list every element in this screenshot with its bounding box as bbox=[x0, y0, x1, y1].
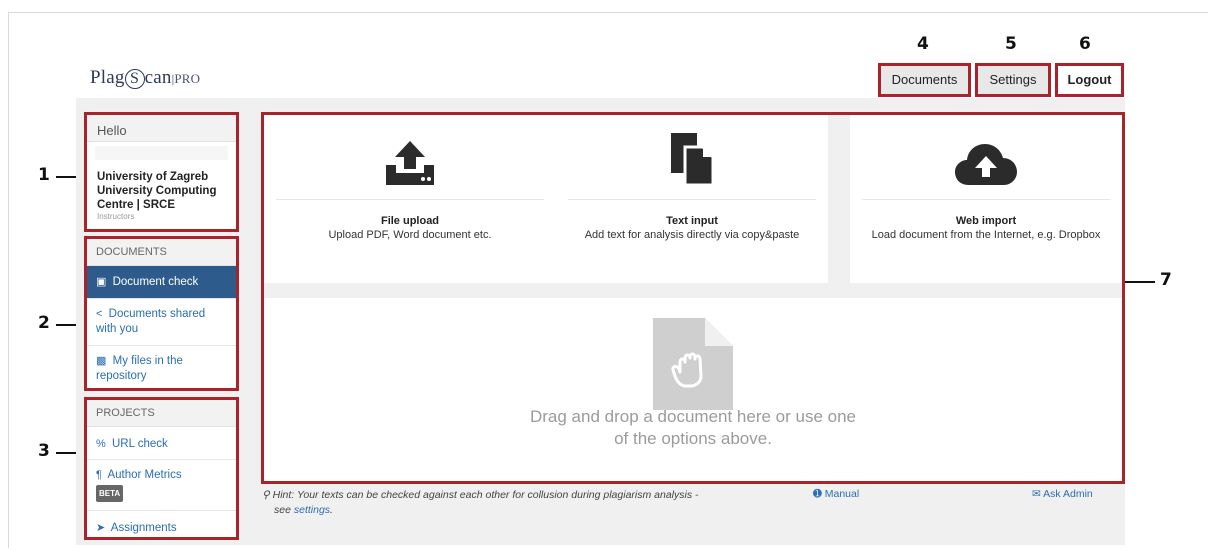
sidebar-item-assignments[interactable]: ➤ Assignments bbox=[87, 511, 236, 544]
lightbulb-icon: ⚲ bbox=[262, 489, 270, 501]
ask-admin-link[interactable]: ✉ Ask Admin bbox=[1032, 488, 1093, 500]
web-import-title: Web import bbox=[955, 215, 1017, 227]
sidebar-item-author-metrics[interactable]: ¶ Author Metrics BETA bbox=[87, 460, 236, 511]
projects-panel: PROJECTS % URL check ¶ Author Metrics BE… bbox=[84, 397, 239, 540]
documents-panel: DOCUMENTS ▣ Document check < Documents s… bbox=[84, 236, 239, 391]
beta-badge: BETA bbox=[96, 485, 124, 502]
settings-nav-button[interactable]: Settings bbox=[975, 63, 1051, 97]
user-panel: Hello University of Zagreb University Co… bbox=[84, 112, 239, 232]
upload-area: File upload Upload PDF, Word document et… bbox=[261, 112, 1125, 484]
callout-4: 4 bbox=[917, 34, 929, 54]
file-upload-card[interactable]: File upload Upload PDF, Word document et… bbox=[264, 115, 556, 283]
text-input-desc: Add text for analysis directly via copy&… bbox=[584, 229, 800, 241]
archive-icon: ▩ bbox=[96, 355, 107, 367]
plagscan-logo[interactable]: Plag Scan|PRO bbox=[90, 67, 200, 89]
cloud-upload-icon bbox=[955, 144, 1017, 185]
link-icon: % bbox=[96, 438, 106, 450]
drag-drop-text: Drag and drop a document here or use one… bbox=[529, 407, 857, 448]
text-input-card[interactable]: Text input Add text for analysis directl… bbox=[556, 115, 828, 283]
callout-6: 6 bbox=[1079, 34, 1091, 54]
share-icon: < bbox=[96, 308, 103, 320]
text-input-title: Text input bbox=[666, 215, 718, 227]
hello-heading: Hello bbox=[87, 115, 236, 142]
sidebar-item-document-check[interactable]: ▣ Document check bbox=[87, 266, 236, 299]
callout-5: 5 bbox=[1005, 34, 1017, 54]
user-role: Instructors bbox=[97, 212, 135, 221]
logout-nav-button[interactable]: Logout bbox=[1055, 63, 1124, 97]
hint-text: ⚲ Hint: Your texts can be checked agains… bbox=[262, 489, 699, 516]
sidebar-item-documents-shared[interactable]: < Documents shared with you bbox=[87, 299, 236, 346]
settings-link[interactable]: settings bbox=[294, 504, 330, 516]
web-import-desc: Load document from the Internet, e.g. Dr… bbox=[871, 229, 1101, 241]
sidebar-item-url-check[interactable]: % URL check bbox=[87, 427, 236, 460]
info-icon: ➊ bbox=[813, 488, 822, 500]
send-icon: ➤ bbox=[96, 522, 106, 534]
callout-7-leader bbox=[1125, 281, 1155, 283]
sidebar-item-my-files[interactable]: ▩ My files in the repository bbox=[87, 346, 236, 392]
callout-3: 3 bbox=[38, 441, 50, 461]
callout-7: 7 bbox=[1160, 270, 1172, 290]
upload-icon bbox=[386, 141, 434, 185]
username-field bbox=[95, 146, 228, 160]
projects-section-header: PROJECTS bbox=[87, 400, 236, 427]
manual-link[interactable]: ➊ Manual bbox=[813, 488, 859, 500]
paragraph-icon: ¶ bbox=[96, 469, 102, 481]
drag-file-icon bbox=[653, 318, 733, 410]
file-icon: ▣ bbox=[96, 276, 107, 288]
documents-section-header: DOCUMENTS bbox=[87, 239, 236, 266]
file-upload-desc: Upload PDF, Word document etc. bbox=[328, 229, 492, 241]
callout-2: 2 bbox=[38, 313, 50, 333]
web-import-card[interactable]: Web import Load document from the Intern… bbox=[850, 115, 1122, 283]
drag-drop-zone[interactable]: Drag and drop a document here or use one… bbox=[264, 298, 1122, 481]
documents-nav-button[interactable]: Documents bbox=[878, 63, 971, 97]
mail-icon: ✉ bbox=[1032, 488, 1041, 500]
institution-name: University of Zagreb University Computin… bbox=[97, 171, 217, 211]
copy-document-icon bbox=[671, 133, 715, 187]
file-upload-title: File upload bbox=[380, 215, 440, 227]
callout-1: 1 bbox=[38, 165, 50, 185]
